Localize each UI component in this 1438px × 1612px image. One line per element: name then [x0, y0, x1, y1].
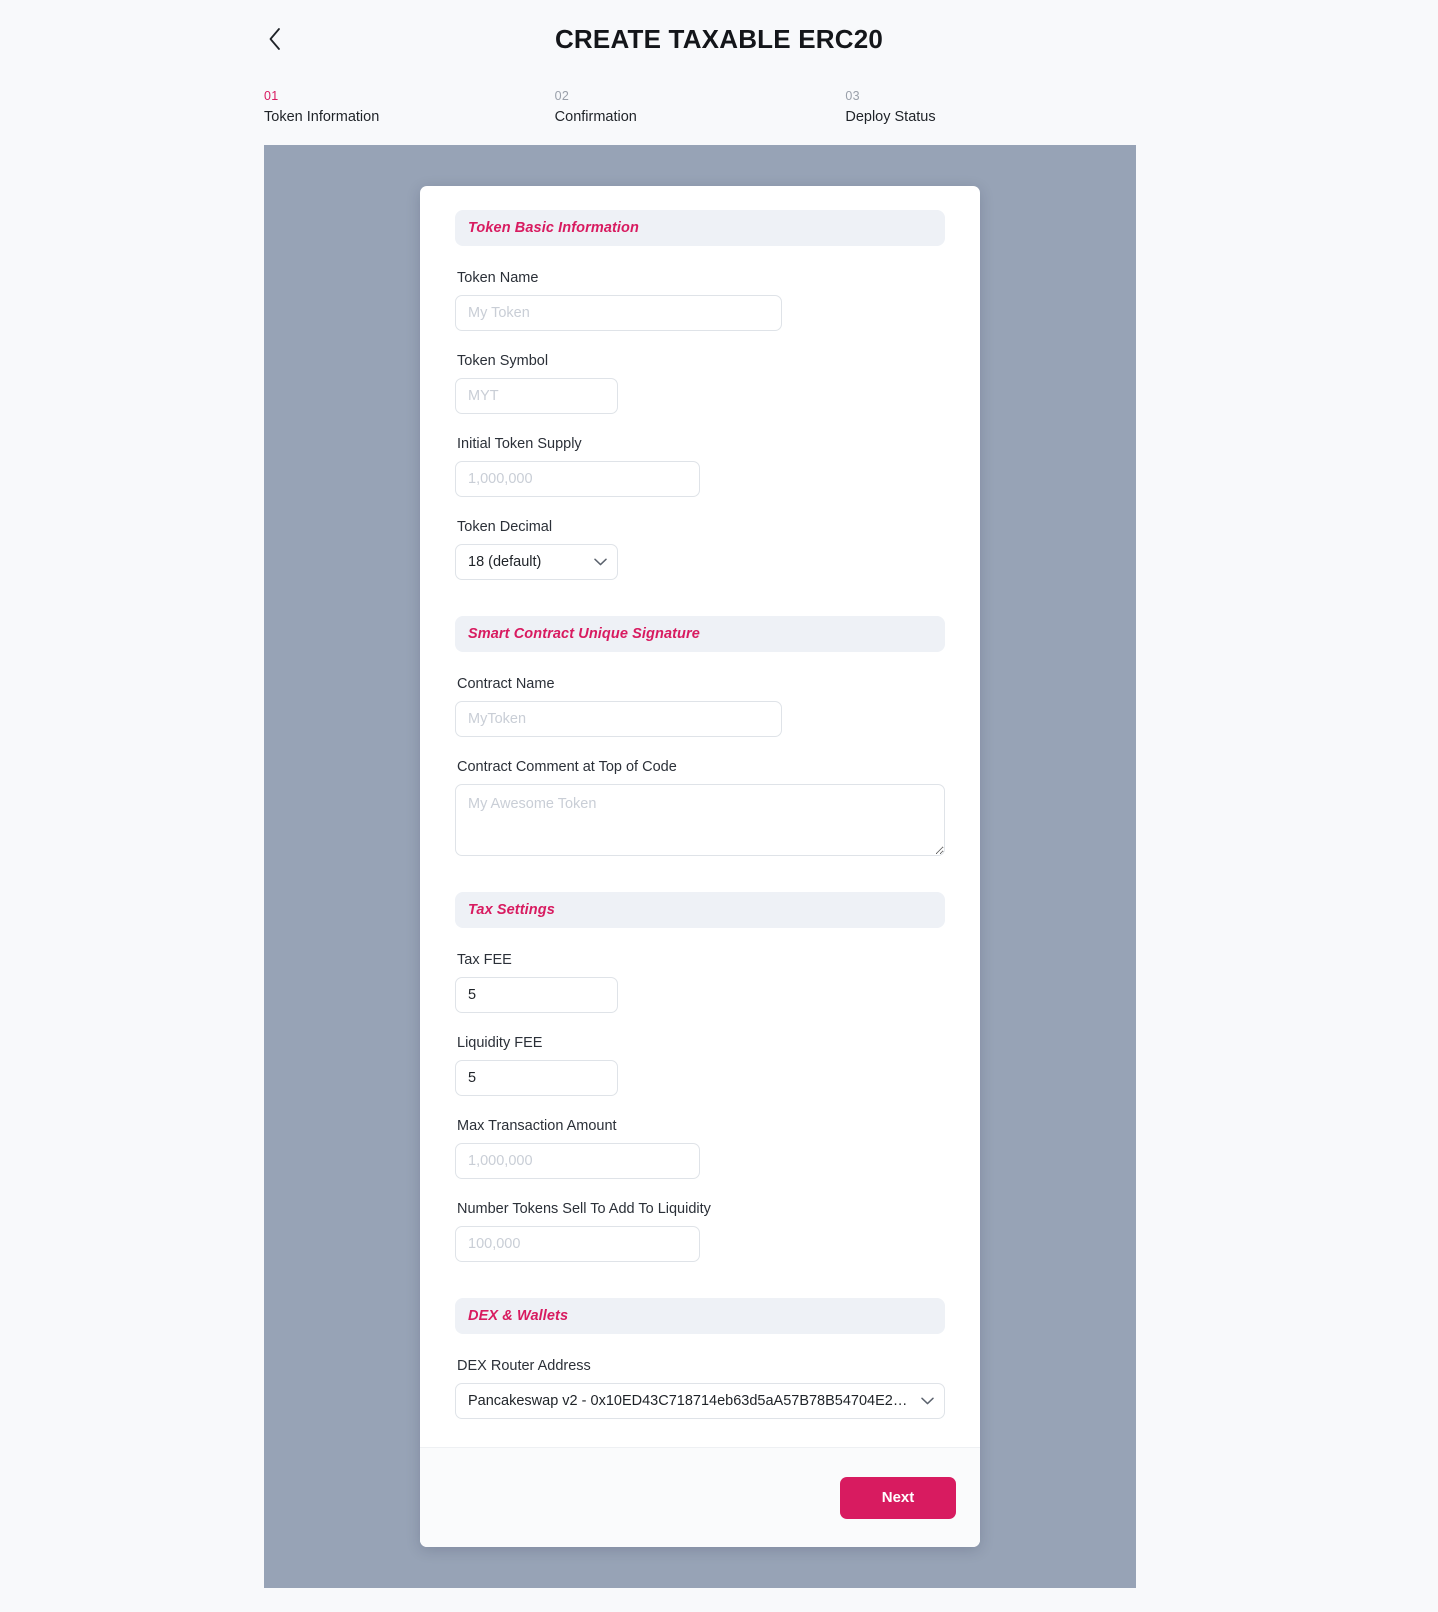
token-form-body: Token Basic Information Token Name Token…: [420, 186, 980, 1447]
section-smart-contract-signature: Smart Contract Unique Signature Contract…: [455, 616, 945, 856]
step-number: 01: [264, 89, 279, 103]
field-max-transaction-amount: Max Transaction Amount: [455, 1116, 945, 1179]
contract-comment-textarea[interactable]: [455, 784, 945, 856]
step-deploy-status[interactable]: 03 Deploy Status: [845, 88, 1136, 150]
token-form-card: Token Basic Information Token Name Token…: [420, 186, 980, 1547]
step-confirmation[interactable]: 02 Confirmation: [554, 88, 846, 150]
tokens-sell-to-liquidity-input[interactable]: [455, 1226, 700, 1262]
token-symbol-input[interactable]: [455, 378, 618, 414]
token-symbol-label: Token Symbol: [457, 353, 549, 369]
page-title: CREATE TAXABLE ERC20: [554, 24, 884, 54]
section-title: DEX & Wallets: [468, 1308, 569, 1324]
field-token-symbol: Token Symbol: [455, 351, 945, 414]
initial-token-supply-input[interactable]: [455, 461, 700, 497]
section-title: Token Basic Information: [468, 220, 639, 236]
tax-fee-input[interactable]: [455, 977, 618, 1013]
contract-comment-label: Contract Comment at Top of Code: [457, 759, 677, 775]
token-decimal-select[interactable]: 18 (default): [455, 544, 618, 580]
stepper: 01 Token Information 02 Confirmation 03 …: [264, 88, 1136, 150]
token-name-input[interactable]: [455, 295, 782, 331]
step-token-information[interactable]: 01 Token Information: [264, 88, 555, 150]
step-label: Deploy Status: [845, 109, 936, 125]
section-title: Tax Settings: [468, 902, 555, 918]
field-initial-token-supply: Initial Token Supply: [455, 434, 945, 497]
section-tax-settings: Tax Settings Tax FEE Liquidity FEE Max T…: [455, 892, 945, 1262]
tax-fee-label: Tax FEE: [457, 952, 512, 968]
field-liquidity-fee: Liquidity FEE: [455, 1033, 945, 1096]
field-tokens-sell-to-add-to-liquidity: Number Tokens Sell To Add To Liquidity: [455, 1199, 945, 1262]
token-decimal-label: Token Decimal: [457, 519, 553, 535]
field-contract-name: Contract Name: [455, 674, 945, 737]
section-header-basic: Token Basic Information: [455, 210, 945, 246]
section-title: Smart Contract Unique Signature: [468, 626, 700, 642]
token-name-label: Token Name: [457, 270, 539, 286]
section-header-signature: Smart Contract Unique Signature: [455, 616, 945, 652]
tokens-sell-to-liquidity-label: Number Tokens Sell To Add To Liquidity: [457, 1201, 711, 1217]
liquidity-fee-input[interactable]: [455, 1060, 618, 1096]
token-form-footer: Next: [420, 1447, 980, 1547]
step-number: 02: [554, 89, 570, 103]
field-dex-router-address: DEX Router Address Pancakeswap v2 - 0x10…: [455, 1356, 945, 1419]
section-header-tax: Tax Settings: [455, 892, 945, 928]
app-page: CREATE TAXABLE ERC20 01 Token Informatio…: [0, 0, 1438, 1612]
next-button[interactable]: Next: [840, 1476, 956, 1519]
section-token-basic-information: Token Basic Information Token Name Token…: [455, 210, 945, 580]
contract-name-label: Contract Name: [457, 676, 555, 692]
section-header-dex: DEX & Wallets: [455, 1298, 945, 1334]
dex-router-select[interactable]: Pancakeswap v2 - 0x10ED43C718714eb63d5aA…: [455, 1383, 945, 1419]
step-label: Token Information: [264, 109, 380, 125]
dex-router-address-label: DEX Router Address: [457, 1358, 591, 1374]
token-decimal-select-wrap: 18 (default): [455, 544, 618, 580]
step-number: 03: [845, 89, 860, 103]
field-contract-comment: Contract Comment at Top of Code: [455, 757, 945, 856]
field-tax-fee: Tax FEE: [455, 950, 945, 1013]
field-token-decimal: Token Decimal 18 (default): [455, 517, 945, 580]
max-transaction-amount-label: Max Transaction Amount: [457, 1118, 617, 1134]
liquidity-fee-label: Liquidity FEE: [457, 1035, 543, 1051]
contract-name-input[interactable]: [455, 701, 782, 737]
dex-router-select-wrap: Pancakeswap v2 - 0x10ED43C718714eb63d5aA…: [455, 1383, 945, 1419]
field-token-name: Token Name: [455, 268, 945, 331]
section-dex-and-wallets: DEX & Wallets DEX Router Address Pancake…: [455, 1298, 945, 1419]
max-transaction-amount-input[interactable]: [455, 1143, 700, 1179]
initial-token-supply-label: Initial Token Supply: [457, 436, 582, 452]
page-header: CREATE TAXABLE ERC20: [0, 0, 1438, 80]
step-label: Confirmation: [554, 109, 637, 125]
